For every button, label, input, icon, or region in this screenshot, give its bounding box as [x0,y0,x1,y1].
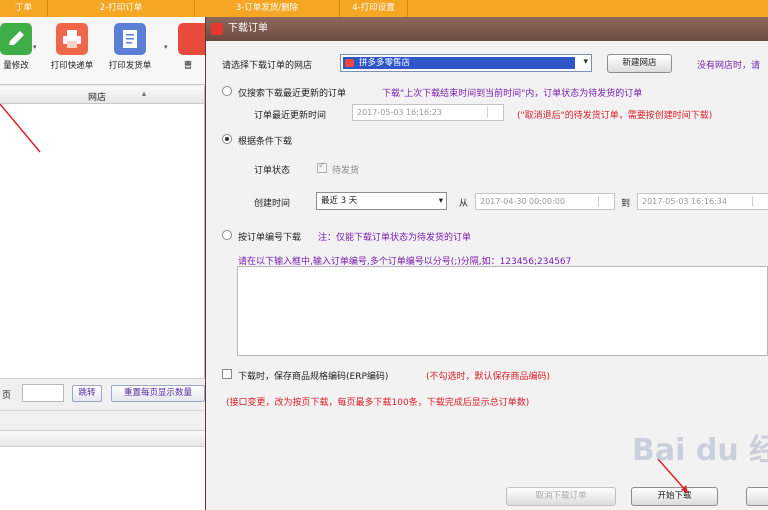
tab-orders[interactable]: 丁单 [0,0,48,17]
chevron-down-icon[interactable]: ▾ [583,57,588,67]
save-sku-note: (不勾选时，默认保存商品编码) [426,372,551,382]
api-change-note: (接口变更，改为按页下载，每页最多下载100条，下载完成后显示总订单数) [226,398,530,408]
by-number-label[interactable]: 按订单编号下载 [238,230,301,243]
from-label: 从 [459,199,469,209]
sort-up-icon[interactable]: ▴ [142,89,146,98]
select-store-label: 请选择下载订单的网店 [222,61,313,71]
to-label: 到 [621,199,631,209]
page-number-input[interactable] [22,384,64,402]
grid-header: 网店 ▴ [0,86,204,104]
date-range-value: 最近 3 天 [321,196,358,206]
cancel-download-button[interactable]: 取消下载订单 [506,487,616,506]
close-button[interactable] [746,487,768,506]
app-icon [211,23,223,35]
incremental-radio[interactable] [222,86,232,96]
store-select[interactable]: 拼多多零售店 ▾ [340,54,592,72]
by-number-note: 注：仅能下载订单状态为待发货的订单 [318,233,472,243]
calendar-icon[interactable] [598,196,612,207]
save-sku-label[interactable]: 下载时，保存商品规格编码(ERP编码) [238,369,388,382]
tab-ship-delete[interactable]: 3-订单发货/删除 [195,0,340,17]
pending-ship-label: 待发货 [332,166,360,176]
jump-button[interactable]: 跳转 [72,385,102,402]
calendar-icon[interactable] [752,196,766,207]
document-icon [114,23,146,55]
from-date-field[interactable]: 2017-04-30 00:00:00 [475,193,615,210]
to-date-field[interactable]: 2017-05-03 16:16:34 [637,193,768,210]
last-update-value: 2017-05-03 16:16:23 [357,108,442,117]
extra-tool-label: 曹 [183,61,193,71]
status-strip [0,410,205,430]
column-store[interactable]: 网店 [88,90,106,103]
print-express-label: 打印快递单 [50,61,94,71]
main-toolbar: 量修改 ▾ 打印快递单 打印发货单 ▾ 曹 [0,17,206,85]
page-label: 页 [2,391,12,401]
dropdown-arrow-icon[interactable]: ▾ [164,43,168,51]
incremental-hint: 下载"上次下载结束时间到当前时间"内，订单状态为待发货的订单 [382,89,643,99]
baidu-watermark: Bai du 经 [632,433,768,468]
print-invoice-label: 打印发货单 [108,61,152,71]
red-arrow-annotation [0,104,41,153]
red-tool-icon [178,23,206,55]
detail-header [0,431,205,447]
no-store-hint: 没有网店时，请 [697,61,761,71]
date-range-select[interactable]: 最近 3 天 ▾ [316,192,447,210]
incremental-label[interactable]: 仅搜索下载最近更新的订单 [238,86,346,99]
store-selected-value: 拼多多零售店 [343,57,575,69]
last-update-field: 2017-05-03 16:16:23 [352,104,504,121]
dialog-titlebar: 下载订单 [206,17,768,41]
save-sku-checkbox[interactable] [222,369,232,379]
by-number-radio[interactable] [222,230,232,240]
dialog-title: 下载订单 [228,23,268,34]
chevron-down-icon[interactable]: ▾ [439,193,443,209]
pager-bar: 页 跳转 重置每页显示数量 [0,378,205,410]
batch-edit-label: 量修改 [3,61,29,71]
order-number-textarea[interactable] [237,266,768,356]
from-date-value: 2017-04-30 00:00:00 [480,197,565,206]
reset-page-size-button[interactable]: 重置每页显示数量 [111,385,205,402]
store-grid: 网店 ▴ [0,86,205,378]
printer-icon [56,23,88,55]
pencil-icon [0,23,32,55]
cancel-refund-note: ("取消退后"的待发货订单，需要按创建时间下载) [517,111,713,121]
calendar-icon [487,107,501,118]
main-tab-bar: 丁单 2-打印订单 3-订单发货/删除 4-打印设置 [0,0,768,17]
print-invoice-button[interactable]: 打印发货单 [108,23,152,71]
extra-tool-button[interactable]: 曹 [170,23,206,71]
detail-panel [0,430,205,510]
created-time-label: 创建时间 [254,199,291,209]
to-date-value: 2017-05-03 16:16:34 [642,197,727,206]
tab-print-orders[interactable]: 2-打印订单 [48,0,195,17]
pending-ship-checkbox[interactable] [317,161,327,173]
dropdown-arrow-icon[interactable]: ▾ [33,43,37,51]
order-status-label: 订单状态 [254,166,291,176]
condition-radio[interactable] [222,134,232,144]
tab-print-settings[interactable]: 4-打印设置 [340,0,408,17]
last-update-label: 订单最近更新时间 [254,111,327,121]
pinduoduo-icon [345,59,354,67]
new-store-button[interactable]: 新建网店 [607,54,672,73]
condition-label[interactable]: 根据条件下载 [238,134,292,147]
print-express-button[interactable]: 打印快递单 [50,23,94,71]
